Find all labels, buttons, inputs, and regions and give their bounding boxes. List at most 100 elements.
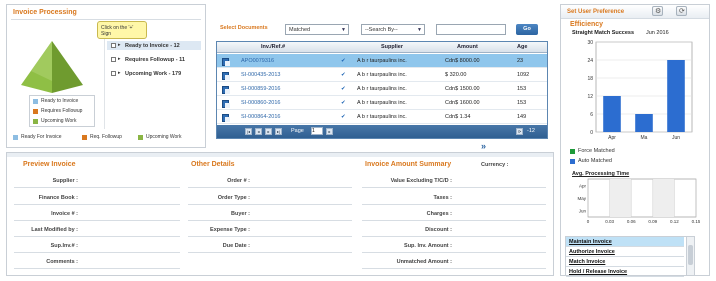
value-excluding-label: Value Excluding T/C/D : xyxy=(390,178,452,184)
amount-summary-title: Invoice Amount Summary xyxy=(365,161,452,168)
quick-link-authorize-invoice[interactable]: Authorize Invoice xyxy=(566,247,684,257)
unmatched-amount-field xyxy=(362,268,546,269)
filter-select[interactable]: Matched ▼ xyxy=(285,24,349,35)
pyramid-right-face xyxy=(52,41,83,93)
status-tree: ▸ Ready to Invoice - 12 ▸ Requires Follo… xyxy=(104,39,202,129)
go-button-label: Go xyxy=(523,26,531,32)
table-row[interactable]: SI-000859-2016 ✔ A b r taurpaulins inc. … xyxy=(217,82,547,96)
document-icon[interactable] xyxy=(222,58,230,66)
invoice-number-field xyxy=(14,220,180,221)
order-number-label: Order # : xyxy=(227,178,250,184)
taxes-label: Taxes : xyxy=(433,195,452,201)
chevron-down-icon: ▼ xyxy=(417,27,422,33)
refresh-grid-button[interactable]: ⟳ xyxy=(516,128,523,135)
amount-cell: $ 320.00 xyxy=(445,72,467,78)
straight-match-chart: 0 6 12 18 24 30 Apr Ma Jun xyxy=(587,40,693,141)
expense-type-field xyxy=(188,236,352,237)
page-go-button[interactable]: ▸ xyxy=(326,128,333,135)
x-tick-label: Ma xyxy=(641,135,648,141)
document-icon[interactable] xyxy=(222,114,230,122)
checkmark-icon: ✔ xyxy=(341,86,346,92)
chevron-down-icon: ▼ xyxy=(341,27,346,33)
age-cell: 23 xyxy=(517,58,524,64)
ref-cell[interactable]: SI-000864-2016 xyxy=(241,114,280,120)
bar xyxy=(603,96,621,132)
first-page-button[interactable]: |◂ xyxy=(245,128,252,135)
other-details-title: Other Details xyxy=(191,161,235,168)
ref-cell[interactable]: SI-000435-2013 xyxy=(241,72,280,78)
x-tick-label: 0.06 xyxy=(627,219,636,224)
currency-label: Currency : xyxy=(481,162,509,168)
quick-link-hold-release-invoice[interactable]: Hold / Release Invoice xyxy=(566,267,684,277)
document-icon[interactable] xyxy=(222,72,230,80)
pager-bar: |◂ ◂ ▸ ▸| Page ▸ ⟳ -12 xyxy=(217,125,547,138)
expand-panel-icon[interactable]: » xyxy=(481,141,486,151)
legend-label-force: Force Matched xyxy=(578,148,615,154)
tree-item-ready[interactable]: ▸ Ready to Invoice - 12 xyxy=(107,41,201,50)
amount-cell: Cdn$ 8000.00 xyxy=(445,58,480,64)
checkmark-icon: ✔ xyxy=(341,100,346,106)
refresh-button[interactable]: ⟳ xyxy=(676,6,687,16)
quick-link-match-invoice[interactable]: Match Invoice xyxy=(566,257,684,267)
search-input[interactable] xyxy=(436,24,506,35)
legend-swatch xyxy=(138,135,143,140)
quick-link-maintain-invoice[interactable]: Maintain Invoice xyxy=(566,237,684,247)
quick-links-scrollbar[interactable] xyxy=(686,237,694,275)
column-header-age[interactable]: Age xyxy=(517,44,527,50)
quick-link-label: Maintain Invoice xyxy=(569,239,612,245)
last-page-button[interactable]: ▸| xyxy=(275,128,282,135)
sup-inv-label: Sup.Inv.# : xyxy=(50,243,78,249)
next-page-button[interactable]: ▸ xyxy=(265,128,272,135)
tree-item-upcoming[interactable]: ▸ Upcoming Work - 179 xyxy=(107,69,201,78)
column-header-amount[interactable]: Amount xyxy=(457,44,478,50)
charges-label: Charges : xyxy=(426,211,452,217)
expand-icon[interactable] xyxy=(111,43,116,48)
ref-cell[interactable]: SI-000859-2016 xyxy=(241,86,280,92)
expense-type-label: Expense Type : xyxy=(210,227,250,233)
legend-swatch-auto xyxy=(570,159,575,164)
column-header-ref[interactable]: Inv./Ref.# xyxy=(261,44,285,50)
bar xyxy=(667,60,685,132)
page-input[interactable] xyxy=(311,127,323,135)
expand-icon[interactable] xyxy=(111,57,116,62)
arrow-right-icon: ▸ xyxy=(118,56,121,62)
search-by-select[interactable]: --Search By-- ▼ xyxy=(361,24,425,35)
user-settings-button[interactable]: ⚙ xyxy=(652,6,663,16)
prev-page-button[interactable]: ◂ xyxy=(255,128,262,135)
scrollbar-thumb[interactable] xyxy=(688,245,693,265)
y-category-label: May xyxy=(577,196,586,201)
preview-invoice-title: Preview Invoice xyxy=(23,161,76,168)
ref-cell[interactable]: SI-000860-2016 xyxy=(241,100,280,106)
age-cell: 153 xyxy=(517,100,527,106)
document-icon[interactable] xyxy=(222,86,230,94)
column-header-supplier[interactable]: Supplier xyxy=(381,44,403,50)
y-category-label: Jun xyxy=(579,209,587,214)
table-row[interactable]: SI-000435-2013 ✔ A b r taurpaulins inc. … xyxy=(217,68,547,82)
supplier-label: Supplier : xyxy=(52,178,78,184)
finance-book-field xyxy=(14,204,180,205)
y-tick-label: 6 xyxy=(590,112,593,118)
age-cell: 149 xyxy=(517,114,527,120)
table-row[interactable]: APO0079316 ✔ A b r taurpaulins inc. Cdn$… xyxy=(217,54,547,68)
checkmark-icon: ✔ xyxy=(341,114,346,120)
y-category-label: Apr xyxy=(579,183,587,188)
grid-band xyxy=(609,179,632,217)
supplier-cell: A b r taurpaulins inc. xyxy=(357,72,407,78)
table-row[interactable]: SI-000864-2016 ✔ A b r taurpaulins inc. … xyxy=(217,110,547,124)
arrow-right-icon: ▸ xyxy=(118,70,121,76)
ref-cell[interactable]: APO0079316 xyxy=(241,58,274,64)
legend-label: Ready For Invoice xyxy=(21,134,62,140)
expand-icon[interactable] xyxy=(111,71,116,76)
pyramid-chart[interactable] xyxy=(21,41,83,93)
chart-y-labels: Apr May Jun xyxy=(577,183,586,213)
table-row[interactable]: SI-000860-2016 ✔ A b r taurpaulins inc. … xyxy=(217,96,547,110)
order-type-label: Order Type : xyxy=(217,195,250,201)
y-tick-label: 30 xyxy=(587,40,593,46)
go-button[interactable]: Go xyxy=(516,24,538,35)
document-icon[interactable] xyxy=(222,100,230,108)
legend-swatch xyxy=(33,109,38,114)
quick-link-label: Hold / Release Invoice xyxy=(569,269,628,275)
search-by-value: --Search By-- xyxy=(365,27,398,33)
tree-item-followup[interactable]: ▸ Requires Followup - 11 xyxy=(107,55,201,64)
grid-band xyxy=(652,179,675,217)
